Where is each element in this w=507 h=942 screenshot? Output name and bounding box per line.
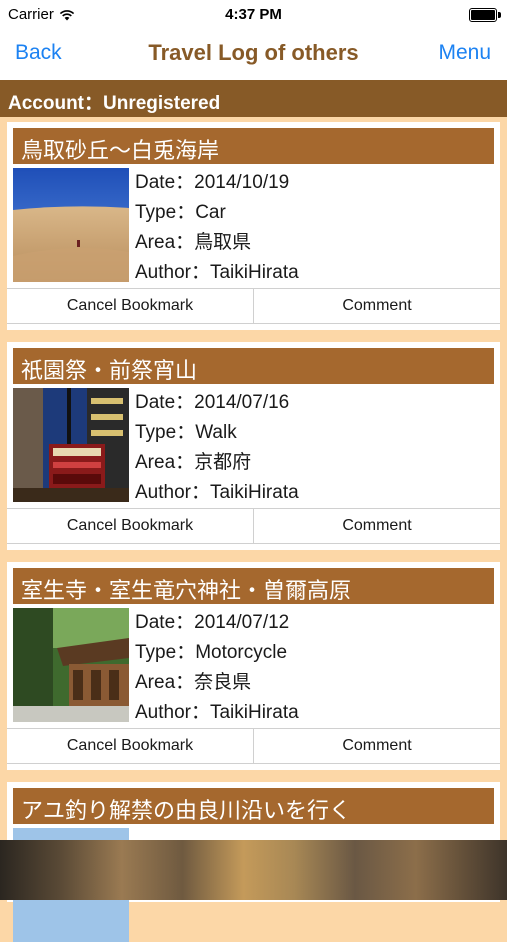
log-title: アユ釣り解禁の由良川沿いを行く <box>21 798 352 823</box>
log-area: Area：奈良県 <box>135 672 252 693</box>
log-author: Author：TaikiHirata <box>135 482 299 503</box>
festival-float-photo <box>13 388 129 502</box>
log-thumbnail[interactable] <box>13 388 129 502</box>
card-actions: Cancel Bookmark Comment <box>7 728 500 764</box>
cancel-bookmark-button[interactable]: Cancel Bookmark <box>7 509 254 543</box>
travel-log-card: 祇園祭・前祭宵山 Date：2014/07/16 Type：Walk Area：… <box>7 342 500 550</box>
account-status: Account：Unregistered <box>8 93 221 114</box>
log-author: Author：TaikiHirata <box>135 702 299 723</box>
log-area: Area：鳥取県 <box>135 232 252 253</box>
page-title: Travel Log of others <box>148 40 359 65</box>
log-author: Author：TaikiHirata <box>135 262 299 283</box>
log-title-bar[interactable]: 鳥取砂丘〜白兎海岸 <box>13 128 494 164</box>
log-title-bar[interactable]: 室生寺・室生竜穴神社・曽爾高原 <box>13 568 494 604</box>
log-type: Type：Car <box>135 202 226 223</box>
comment-button[interactable]: Comment <box>254 289 500 323</box>
ad-banner[interactable] <box>0 840 507 900</box>
log-title: 鳥取砂丘〜白兎海岸 <box>21 138 220 163</box>
log-thumbnail[interactable] <box>13 608 129 722</box>
account-bar: Account：Unregistered <box>0 80 507 117</box>
log-date: Date：2014/10/19 <box>135 172 290 193</box>
log-date: Date：2014/07/12 <box>135 612 290 633</box>
cancel-bookmark-button[interactable]: Cancel Bookmark <box>7 729 254 763</box>
comment-button[interactable]: Comment <box>254 509 500 543</box>
log-details: Date：2014/10/19 Type：Car Area：鳥取県 Author… <box>135 168 495 288</box>
log-title-bar[interactable]: 祇園祭・前祭宵山 <box>13 348 494 384</box>
navigation-bar: Back Travel Log of others Menu <box>0 30 507 80</box>
sand-dune-photo <box>13 168 129 282</box>
temple-photo <box>13 608 129 722</box>
menu-button[interactable]: Menu <box>438 41 491 65</box>
cancel-bookmark-button[interactable]: Cancel Bookmark <box>7 289 254 323</box>
card-actions: Cancel Bookmark Comment <box>7 508 500 544</box>
log-details: Date：2014/07/16 Type：Walk Area：京都府 Autho… <box>135 388 495 508</box>
log-type: Type：Walk <box>135 422 237 443</box>
status-time: 4:37 PM <box>225 6 282 23</box>
log-title: 祇園祭・前祭宵山 <box>21 358 198 383</box>
log-date: Date：2014/07/16 <box>135 392 290 413</box>
travel-log-card: 室生寺・室生竜穴神社・曽爾高原 Date：2014/07/12 Type：Mot… <box>7 562 500 770</box>
travel-log-card: 鳥取砂丘〜白兎海岸 Date：2014/10/19 Type：Car Area：… <box>7 122 500 330</box>
battery-icon <box>469 8 501 22</box>
log-title-bar[interactable]: アユ釣り解禁の由良川沿いを行く <box>13 788 494 824</box>
log-thumbnail[interactable] <box>13 168 129 282</box>
log-type: Type：Motorcycle <box>135 642 288 663</box>
log-details: Date：2014/07/12 Type：Motorcycle Area：奈良県… <box>135 608 495 728</box>
log-area: Area：京都府 <box>135 452 252 473</box>
comment-button[interactable]: Comment <box>254 729 500 763</box>
card-actions: Cancel Bookmark Comment <box>7 288 500 324</box>
status-bar: Carrier 4:37 PM <box>0 0 507 30</box>
log-title: 室生寺・室生竜穴神社・曽爾高原 <box>21 578 352 603</box>
